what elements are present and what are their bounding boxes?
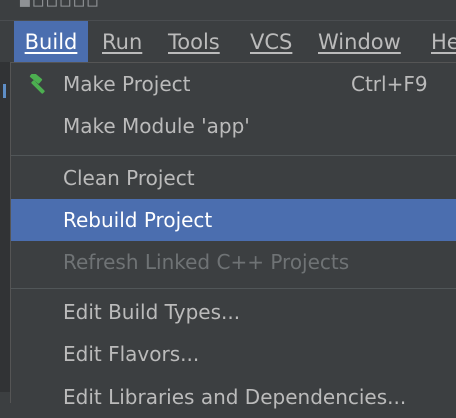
menu-item-edit-flavors[interactable]: Edit Flavors... (11, 333, 456, 375)
menu-item-label: Edit Flavors... (63, 342, 200, 366)
menu-build[interactable]: Build (14, 21, 88, 63)
menu-item-make-module[interactable]: Make Module 'app' (11, 105, 456, 147)
menu-item-refresh-linked-cpp: Refresh Linked C++ Projects (11, 241, 456, 283)
menu-item-edit-build-types[interactable]: Edit Build Types... (11, 291, 456, 333)
menu-separator (11, 288, 456, 289)
menu-item-label: Edit Build Types... (63, 300, 241, 324)
menu-vcs[interactable]: VCS (250, 21, 292, 63)
menu-help[interactable]: He (431, 21, 456, 63)
window-title-cutoff: ▪▫▫▫▫▫ (18, 0, 100, 12)
menu-bar: Build Run Tools VCS Window He (0, 20, 456, 63)
menu-item-rebuild-project[interactable]: Rebuild Project (11, 199, 456, 241)
gutter-marker (3, 84, 6, 98)
editor-left-gutter (0, 62, 10, 392)
menu-item-clean-project[interactable]: Clean Project (11, 157, 456, 199)
menu-item-make-project[interactable]: Make Project Ctrl+F9 (11, 63, 456, 105)
menu-item-label: Refresh Linked C++ Projects (63, 250, 350, 274)
menu-run[interactable]: Run (102, 21, 142, 63)
hammer-icon (29, 74, 45, 94)
menu-item-label: Make Module 'app' (63, 114, 250, 138)
menu-window[interactable]: Window (318, 21, 401, 63)
menu-item-label: Rebuild Project (63, 208, 213, 232)
menu-item-edit-libraries[interactable]: Edit Libraries and Dependencies... (11, 376, 456, 418)
menu-item-label: Make Project (63, 72, 191, 96)
menu-build-label: Build (24, 30, 78, 54)
build-menu-dropdown: Make Project Ctrl+F9 Make Module 'app' C… (10, 62, 456, 409)
menu-item-shortcut: Ctrl+F9 (351, 72, 428, 96)
menu-item-label: Clean Project (63, 166, 195, 190)
window-top-strip: ▪▫▫▫▫▫ (0, 0, 456, 20)
menu-item-label: Edit Libraries and Dependencies... (63, 385, 407, 409)
menu-separator (11, 155, 456, 156)
menu-tools[interactable]: Tools (168, 21, 220, 63)
